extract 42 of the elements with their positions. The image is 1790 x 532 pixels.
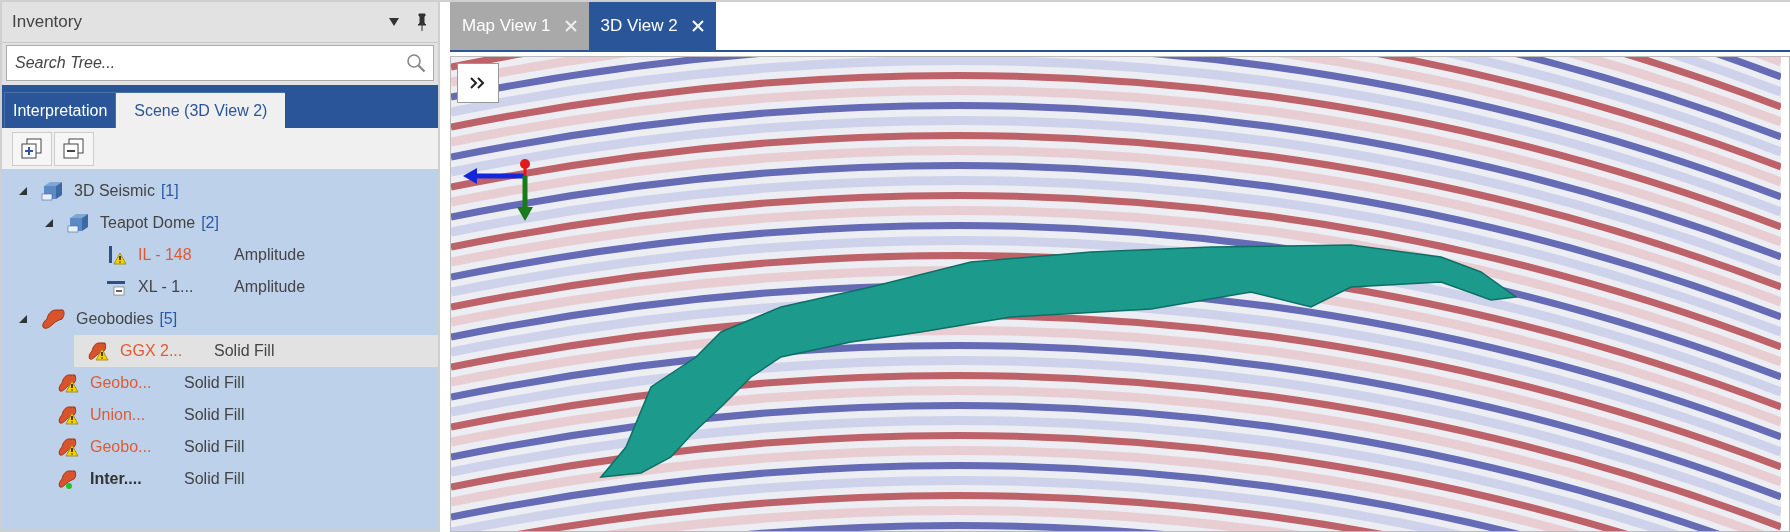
- selected-tree-row[interactable]: GGX 2... Solid Fill: [74, 335, 438, 367]
- dropdown-icon[interactable]: [388, 17, 400, 27]
- double-chevron-icon: [469, 76, 487, 90]
- panel-tab[interactable]: Interpretation: [4, 92, 116, 128]
- attribute-label: Solid Fill: [184, 406, 245, 424]
- view-tab[interactable]: 3D View 2: [588, 2, 716, 50]
- attribute-label: Solid Fill: [214, 342, 275, 360]
- item-name: XL - 1...: [138, 278, 195, 296]
- collapse-all-button[interactable]: [54, 132, 94, 166]
- item-name: Teapot Dome: [100, 214, 196, 232]
- item-count: [2]: [201, 214, 219, 232]
- collapse-all-icon: [63, 138, 85, 160]
- search-field[interactable]: Search Tree...: [6, 45, 434, 81]
- item-name: Geobo...: [90, 374, 153, 392]
- geobody-icon: [40, 308, 66, 330]
- attribute-label: Solid Fill: [184, 438, 245, 456]
- panel-tab[interactable]: Scene (3D View 2): [115, 92, 286, 128]
- item-name: Geobodies: [76, 310, 154, 328]
- expand-all-button[interactable]: [12, 132, 52, 166]
- collapse-arrow-icon[interactable]: [44, 218, 54, 228]
- expand-panel-button[interactable]: [457, 63, 499, 103]
- orientation-axes-icon: [463, 159, 535, 223]
- cube-icon: [66, 212, 90, 234]
- item-count: [1]: [160, 182, 179, 200]
- expand-all-icon: [21, 138, 43, 160]
- item-name: Union...: [90, 406, 147, 424]
- search-icon: [406, 53, 426, 73]
- collapse-arrow-icon[interactable]: [18, 314, 28, 324]
- attribute-label: Amplitude: [234, 246, 306, 264]
- collapse-arrow-icon[interactable]: [18, 186, 28, 196]
- attribute-label: Solid Fill: [184, 374, 245, 392]
- item-name: IL - 148: [138, 246, 193, 264]
- cube-icon: [40, 180, 64, 202]
- pin-icon[interactable]: [416, 13, 428, 31]
- item-name: Geobo...: [90, 438, 153, 456]
- item-name: 3D Seismic: [74, 182, 155, 200]
- panel-title: Inventory: [12, 12, 82, 32]
- attribute-label: Amplitude: [234, 278, 306, 296]
- item-count: [5]: [159, 310, 178, 328]
- item-name: GGX 2...: [120, 342, 184, 360]
- attribute-label: Solid Fill: [184, 470, 245, 488]
- item-name: Inter....: [90, 470, 143, 488]
